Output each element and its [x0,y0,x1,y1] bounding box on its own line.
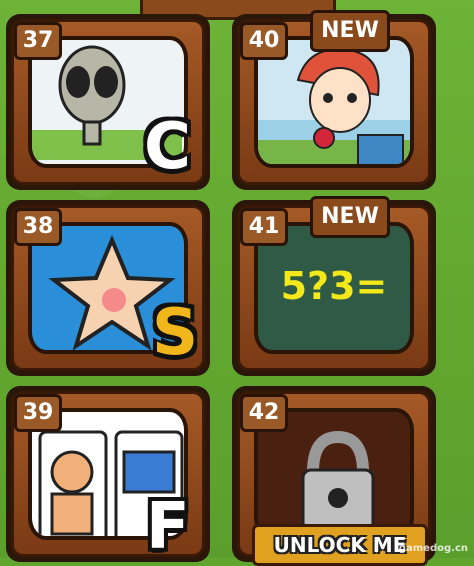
level-tile-38[interactable]: 38 S [6,200,210,376]
chalk-equation: 5?3= [280,264,388,308]
level-number: 39 [14,394,62,432]
level-number: 38 [14,208,62,246]
new-badge: NEW [310,10,390,52]
hint-letter: F [146,490,190,564]
level-tile-41[interactable]: 5?3= 41 NEW [232,196,436,376]
level-number: 40 [240,22,288,60]
level-number: 41 [240,208,288,246]
level-tile-39[interactable]: 39 F [6,386,210,564]
hint-letter: S [152,296,199,370]
level-number: 37 [14,22,62,60]
hint-letter: C [144,110,191,184]
level-number: 42 [240,394,288,432]
new-badge: NEW [310,196,390,238]
level-tile-37[interactable]: 37 C [6,14,210,190]
level-tile-40[interactable]: 40 NEW [232,10,436,190]
level-tile-42[interactable]: 42 UNLOCK ME [232,386,436,566]
watermark: gamedog.cn [398,543,468,554]
